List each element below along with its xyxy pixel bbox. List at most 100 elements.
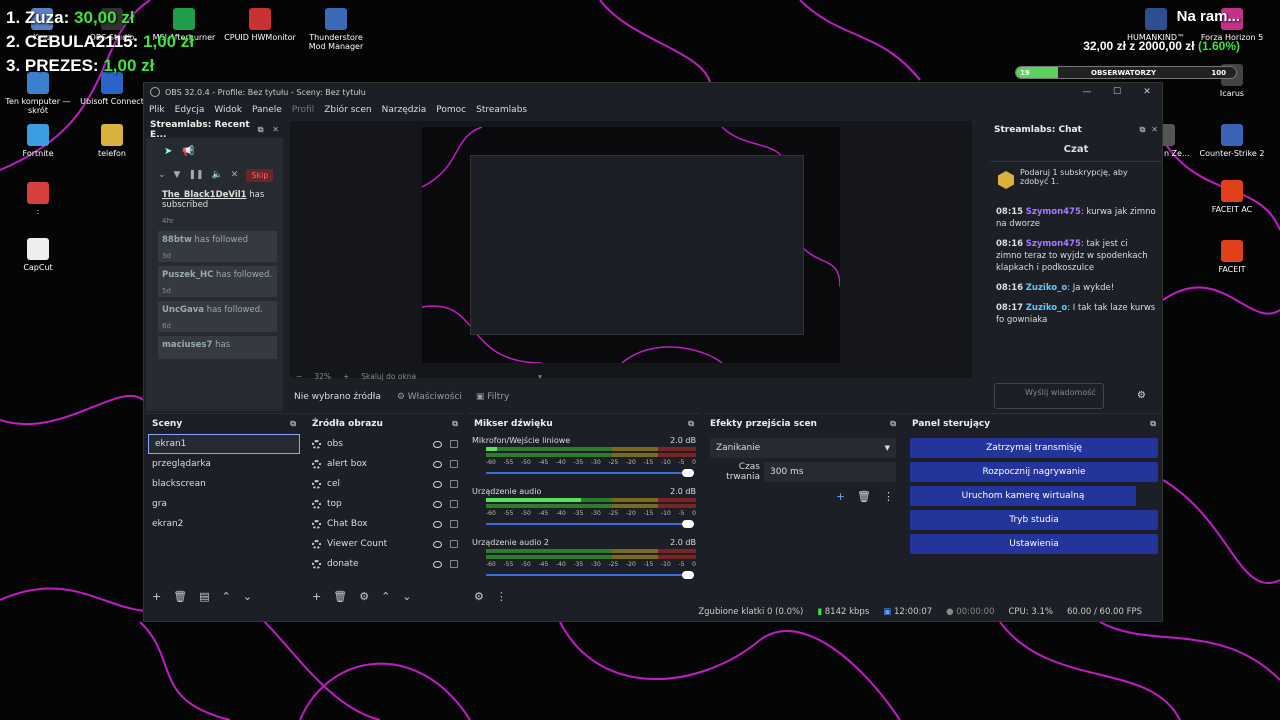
- event-item[interactable]: UncGava has followed. 6d: [158, 301, 277, 332]
- desktop-icon[interactable]: CPUID HWMonitor: [224, 8, 296, 42]
- scene-item[interactable]: gra: [146, 494, 302, 514]
- desktop-icon[interactable]: Counter-Strike 2: [1196, 124, 1268, 158]
- desktop-icon[interactable]: FACEIT AC: [1196, 180, 1268, 214]
- eye-icon[interactable]: [433, 560, 442, 568]
- zoom-out-button[interactable]: −: [296, 372, 302, 381]
- dock-float-icon[interactable]: ⧉: [258, 125, 267, 135]
- event-user[interactable]: maciuses7: [162, 340, 212, 350]
- more-icon[interactable]: ⋮: [883, 490, 894, 503]
- message-user[interactable]: Zuziko_o: [1026, 283, 1067, 293]
- desktop-icon[interactable]: CapCut: [2, 238, 74, 272]
- menu-item[interactable]: Zbiór scen: [324, 105, 371, 115]
- desktop-icon[interactable]: :: [2, 182, 74, 216]
- event-user[interactable]: 88btw: [162, 235, 192, 245]
- desktop-icon[interactable]: FACEIT: [1196, 240, 1268, 274]
- pause-icon[interactable]: ❚❚: [188, 170, 203, 180]
- lock-icon[interactable]: [450, 460, 458, 468]
- lock-icon[interactable]: [450, 440, 458, 448]
- close-icon[interactable]: ✕: [231, 170, 239, 180]
- minimize-icon[interactable]: —: [1072, 87, 1102, 97]
- menu-item[interactable]: Panele: [252, 105, 282, 115]
- trash-icon[interactable]: 🗑: [857, 490, 871, 503]
- lock-icon[interactable]: [450, 480, 458, 488]
- trash-icon[interactable]: 🗑: [173, 590, 187, 603]
- dock-float-icon[interactable]: ⧉: [290, 419, 296, 429]
- volume-slider[interactable]: [486, 569, 696, 581]
- move-down-button[interactable]: ⌄: [243, 590, 252, 603]
- message-user[interactable]: Szymon475: [1026, 207, 1081, 217]
- duration-field[interactable]: 300 ms: [764, 462, 896, 482]
- trash-icon[interactable]: 🗑: [333, 590, 347, 603]
- gear-icon[interactable]: ⚙: [474, 590, 484, 603]
- scene-item[interactable]: ekran1: [148, 434, 300, 454]
- event-item[interactable]: maciuses7 has: [158, 336, 277, 359]
- dock-float-icon[interactable]: ⧉: [890, 419, 896, 429]
- control-button[interactable]: Ustawienia: [910, 534, 1158, 554]
- eye-icon[interactable]: [433, 460, 442, 468]
- message-user[interactable]: Zuziko_o: [1026, 303, 1067, 313]
- menu-item[interactable]: Narzędzia: [382, 105, 427, 115]
- source-item[interactable]: Chat Box: [306, 514, 464, 534]
- event-user[interactable]: UncGava: [162, 305, 204, 315]
- dock-float-icon[interactable]: ⧉: [1140, 125, 1146, 135]
- more-icon[interactable]: ⋮: [496, 590, 507, 603]
- menu-item[interactable]: Edycja: [175, 105, 205, 115]
- source-item[interactable]: Viewer Count: [306, 534, 464, 554]
- control-button[interactable]: Tryb studia: [910, 510, 1158, 530]
- close-icon[interactable]: ✕: [272, 125, 279, 134]
- volume-slider[interactable]: [486, 467, 696, 479]
- lock-icon[interactable]: [450, 520, 458, 528]
- desktop-icon[interactable]: Ten komputer — skrót: [2, 72, 74, 115]
- control-button[interactable]: Rozpocznij nagrywanie: [910, 462, 1158, 482]
- megaphone-icon[interactable]: 📢: [182, 146, 194, 157]
- add-scene-button[interactable]: +: [152, 590, 161, 603]
- source-item[interactable]: alert box: [306, 454, 464, 474]
- add-source-button[interactable]: +: [312, 590, 321, 603]
- volume-icon[interactable]: 🔈: [212, 170, 223, 180]
- eye-icon[interactable]: [433, 540, 442, 548]
- zoom-in-button[interactable]: +: [343, 372, 349, 381]
- lock-icon[interactable]: [450, 540, 458, 548]
- source-item[interactable]: top: [306, 494, 464, 514]
- control-button[interactable]: Zatrzymaj transmisję: [910, 438, 1158, 458]
- event-item[interactable]: 88btw has followed 3d: [158, 231, 277, 262]
- menu-item[interactable]: Streamlabs: [476, 105, 527, 115]
- maximize-icon[interactable]: ☐: [1102, 87, 1132, 97]
- control-button[interactable]: Uruchom kamerę wirtualną: [910, 486, 1136, 506]
- add-transition-button[interactable]: +: [836, 490, 845, 503]
- dock-float-icon[interactable]: ⧉: [452, 419, 458, 429]
- event-item[interactable]: The_Black1DeVil1 has subscribed 4hr: [158, 186, 277, 227]
- fit-to-window-button[interactable]: Skaluj do okna: [361, 372, 416, 381]
- source-item[interactable]: donate: [306, 554, 464, 574]
- lock-icon[interactable]: [450, 560, 458, 568]
- close-icon[interactable]: ✕: [1151, 125, 1158, 134]
- source-item[interactable]: cel: [306, 474, 464, 494]
- desktop-icon[interactable]: Thunderstore Mod Manager: [300, 8, 372, 51]
- menu-item[interactable]: Widok: [214, 105, 242, 115]
- skip-button[interactable]: Skip: [246, 168, 274, 182]
- source-item[interactable]: obs: [306, 434, 464, 454]
- gear-icon[interactable]: ⚙: [359, 590, 369, 603]
- volume-slider[interactable]: [486, 518, 696, 530]
- filters-button[interactable]: ▣ Filtry: [476, 392, 509, 402]
- preview-area[interactable]: [290, 121, 972, 378]
- filter-icon[interactable]: ▼: [174, 170, 181, 180]
- properties-button[interactable]: ⚙ Właściwości: [397, 392, 462, 402]
- send-icon[interactable]: ➤: [164, 146, 172, 157]
- event-item[interactable]: Puszek_HC has followed. 5d: [158, 266, 277, 297]
- move-up-button[interactable]: ⌃: [381, 590, 390, 603]
- dock-float-icon[interactable]: ⧉: [688, 419, 694, 429]
- scene-item[interactable]: ekran2: [146, 514, 302, 534]
- eye-icon[interactable]: [433, 500, 442, 508]
- lock-icon[interactable]: [450, 500, 458, 508]
- chevron-down-icon[interactable]: ⌄: [158, 170, 166, 180]
- transition-select[interactable]: Zanikanie ▼: [710, 438, 896, 458]
- event-user[interactable]: Puszek_HC: [162, 270, 213, 280]
- menu-item[interactable]: Profil: [292, 105, 314, 115]
- dock-float-icon[interactable]: ⧉: [1150, 419, 1156, 429]
- desktop-icon[interactable]: telefon: [76, 124, 148, 158]
- desktop-icon[interactable]: Fortnite: [2, 124, 74, 158]
- eye-icon[interactable]: [433, 480, 442, 488]
- eye-icon[interactable]: [433, 520, 442, 528]
- menu-item[interactable]: Plik: [149, 105, 165, 115]
